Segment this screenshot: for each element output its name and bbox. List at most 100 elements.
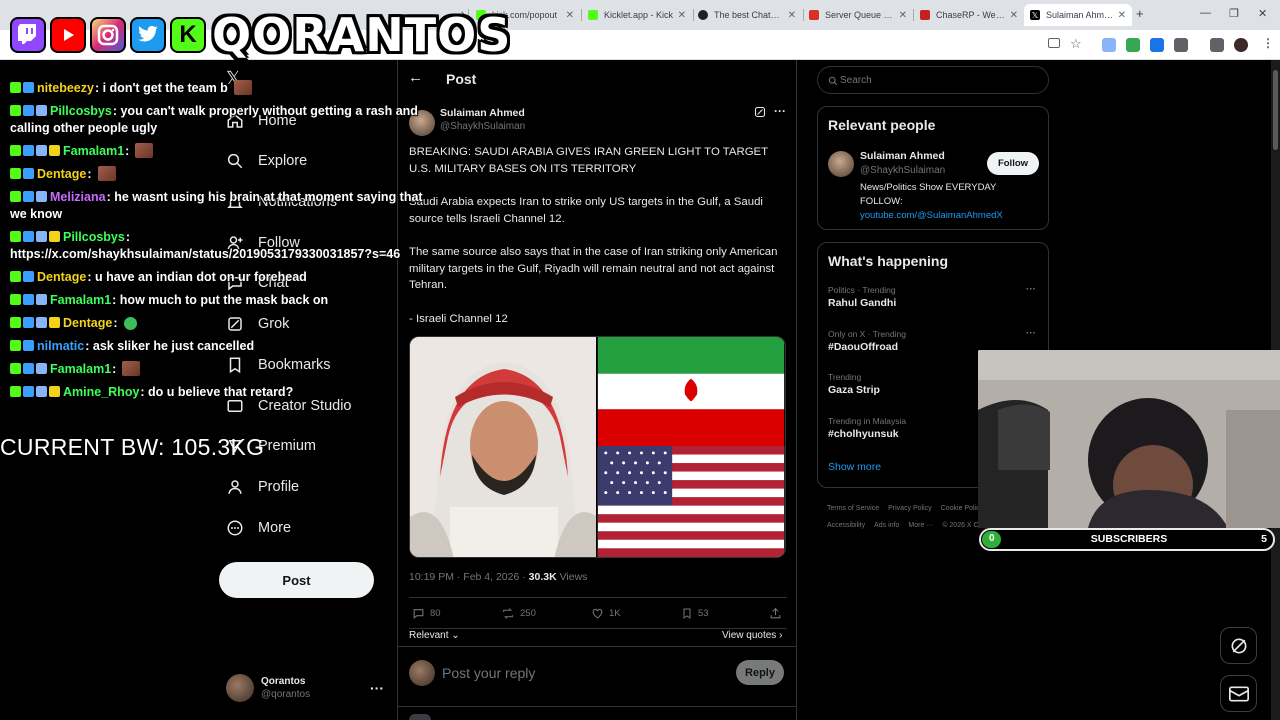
footer-link[interactable]: More ··· <box>908 522 933 529</box>
profile-icon <box>226 478 244 496</box>
close-icon[interactable]: ✕ <box>899 10 907 21</box>
close-icon[interactable]: ✕ <box>678 10 686 21</box>
chat-emote-icon <box>123 317 137 330</box>
tab-chatbot[interactable]: The best ChatBot ✕ <box>692 4 802 26</box>
chat-badges <box>10 386 60 397</box>
scrollbar-thumb[interactable] <box>1273 70 1278 150</box>
card-title: Relevant people <box>828 117 936 133</box>
close-icon[interactable]: ✕ <box>1118 10 1126 21</box>
tab-label: Server Queue - Cf <box>825 10 895 20</box>
chat-username: Dentage <box>63 316 113 330</box>
extension-icon[interactable] <box>1150 38 1164 52</box>
chevron-down-icon: ⌄ <box>448 630 460 641</box>
bookmark-action[interactable]: 53 <box>681 607 709 620</box>
follow-button[interactable]: Follow <box>987 152 1039 175</box>
subscriber-goal-bar: 0 SUBSCRIBERS 5 <box>979 528 1275 551</box>
reply-action[interactable]: 80 <box>412 607 441 620</box>
nav-more[interactable]: More <box>226 519 291 537</box>
post-meta: 10:19 PM · Feb 4, 2026 · 30.3K Views <box>409 571 587 583</box>
post-button[interactable]: Post <box>219 562 374 598</box>
chat-badge-icon <box>23 191 34 202</box>
minimize-button[interactable]: — <box>1200 7 1211 19</box>
maximize-button[interactable]: ❐ <box>1229 7 1239 20</box>
grok-icon <box>1231 638 1246 653</box>
close-icon[interactable]: ✕ <box>788 10 796 21</box>
close-icon[interactable]: ✕ <box>1010 10 1018 21</box>
reply-button[interactable]: Reply <box>736 660 784 685</box>
cfx-icon <box>809 10 819 20</box>
footer-link[interactable]: Ads info <box>874 522 899 529</box>
chat-badge-icon <box>23 168 34 179</box>
search-input[interactable] <box>840 73 1040 88</box>
more-icon[interactable]: ··· <box>1026 284 1036 295</box>
browser-menu-icon[interactable]: ⋮ <box>1262 36 1274 50</box>
kick-icon: K <box>170 17 206 53</box>
nav-profile[interactable]: Profile <box>226 478 299 496</box>
extension-icon[interactable] <box>1126 38 1140 52</box>
chat-badge-icon <box>10 271 21 282</box>
messages-fab-button[interactable] <box>1220 675 1257 712</box>
extensions-puzzle-icon[interactable] <box>1174 38 1188 52</box>
account-switcher[interactable]: Qorantos @qorantos <box>226 674 310 702</box>
chat-username: Pillcosbys <box>50 104 112 118</box>
profile-avatar[interactable] <box>1234 38 1248 52</box>
reply-input[interactable] <box>442 663 712 683</box>
chat-badge-icon <box>10 145 21 156</box>
post-media[interactable] <box>409 336 786 558</box>
chat-badge-icon <box>36 317 47 328</box>
chat-badge-icon <box>10 363 21 374</box>
person-handle[interactable]: @ShaykhSulaiman <box>860 165 945 176</box>
window-close-button[interactable]: ✕ <box>1258 7 1267 20</box>
chat-badge-icon <box>10 340 21 351</box>
footer-link[interactable]: Terms of Service <box>827 505 879 512</box>
portrait-image[interactable] <box>410 337 596 557</box>
tab-kicklet[interactable]: Kicklet.app - Kick ✕ <box>582 4 692 26</box>
trend-item[interactable]: Politics · Trending Rahul Gandhi ··· <box>828 284 1038 310</box>
grok-icon[interactable] <box>754 106 766 121</box>
page-title: Post <box>446 71 477 87</box>
more-icon[interactable]: ··· <box>1026 328 1036 339</box>
chat-badges <box>10 340 34 351</box>
chat-message: Famalam1: <box>10 361 430 378</box>
install-app-icon[interactable] <box>1048 38 1060 48</box>
bio-link[interactable]: youtube.com/@SulaimanAhmedX <box>860 209 1040 223</box>
bookmark-count: 53 <box>698 608 709 619</box>
share-action[interactable] <box>769 607 787 620</box>
grok-fab-button[interactable] <box>1220 627 1257 664</box>
flags-image[interactable] <box>597 337 785 557</box>
envelope-icon <box>1228 686 1249 701</box>
like-action[interactable]: 1K <box>591 607 621 620</box>
avatar <box>409 660 435 686</box>
relevant-people-card: Relevant people Sulaiman Ahmed @ShaykhSu… <box>817 106 1049 230</box>
person-name[interactable]: Sulaiman Ahmed <box>860 150 945 162</box>
avatar[interactable] <box>828 151 854 177</box>
chat-badge-icon <box>49 231 60 242</box>
tab-server-queue[interactable]: Server Queue - Cf ✕ <box>803 4 913 26</box>
extension-icon[interactable] <box>1102 38 1116 52</box>
footer-link[interactable]: Cookie Policy <box>941 505 983 512</box>
chat-badge-icon <box>36 231 47 242</box>
author-name[interactable]: Sulaiman Ahmed <box>440 107 525 119</box>
post-more-icon[interactable]: ··· <box>774 104 786 118</box>
repost-action[interactable]: 250 <box>501 607 536 620</box>
tab-chaserp[interactable]: ChaseRP - Welcom ✕ <box>914 4 1024 26</box>
reply-count: 80 <box>430 608 441 619</box>
footer-link[interactable]: Accessibility <box>827 522 865 529</box>
post-text-headline: BREAKING: SAUDI ARABIA GIVES IRAN GREEN … <box>409 146 768 175</box>
sort-dropdown[interactable]: Relevant ⌄ <box>409 630 460 641</box>
close-icon[interactable]: ✕ <box>566 10 574 21</box>
new-tab-button[interactable]: + <box>1136 6 1144 21</box>
post-timestamp[interactable]: 10:19 PM · Feb 4, 2026 · <box>409 571 526 583</box>
view-quotes-link[interactable]: View quotes › <box>722 630 782 641</box>
tab-sulaiman-ahmed[interactable]: 𝕏 Sulaiman Ahmed ✕ <box>1024 4 1132 26</box>
chat-message: Famalam1: <box>10 143 430 160</box>
chat-badge-icon <box>23 363 34 374</box>
show-more-link[interactable]: Show more <box>828 461 881 473</box>
search-box[interactable] <box>817 66 1049 94</box>
account-more-icon[interactable]: ··· <box>370 680 384 696</box>
reading-list-icon[interactable] <box>1210 38 1224 52</box>
chat-badge-icon <box>49 386 60 397</box>
bookmark-star-icon[interactable]: ☆ <box>1070 36 1082 52</box>
author-handle[interactable]: @ShaykhSulaiman <box>440 121 525 132</box>
footer-link[interactable]: Privacy Policy <box>888 505 932 512</box>
